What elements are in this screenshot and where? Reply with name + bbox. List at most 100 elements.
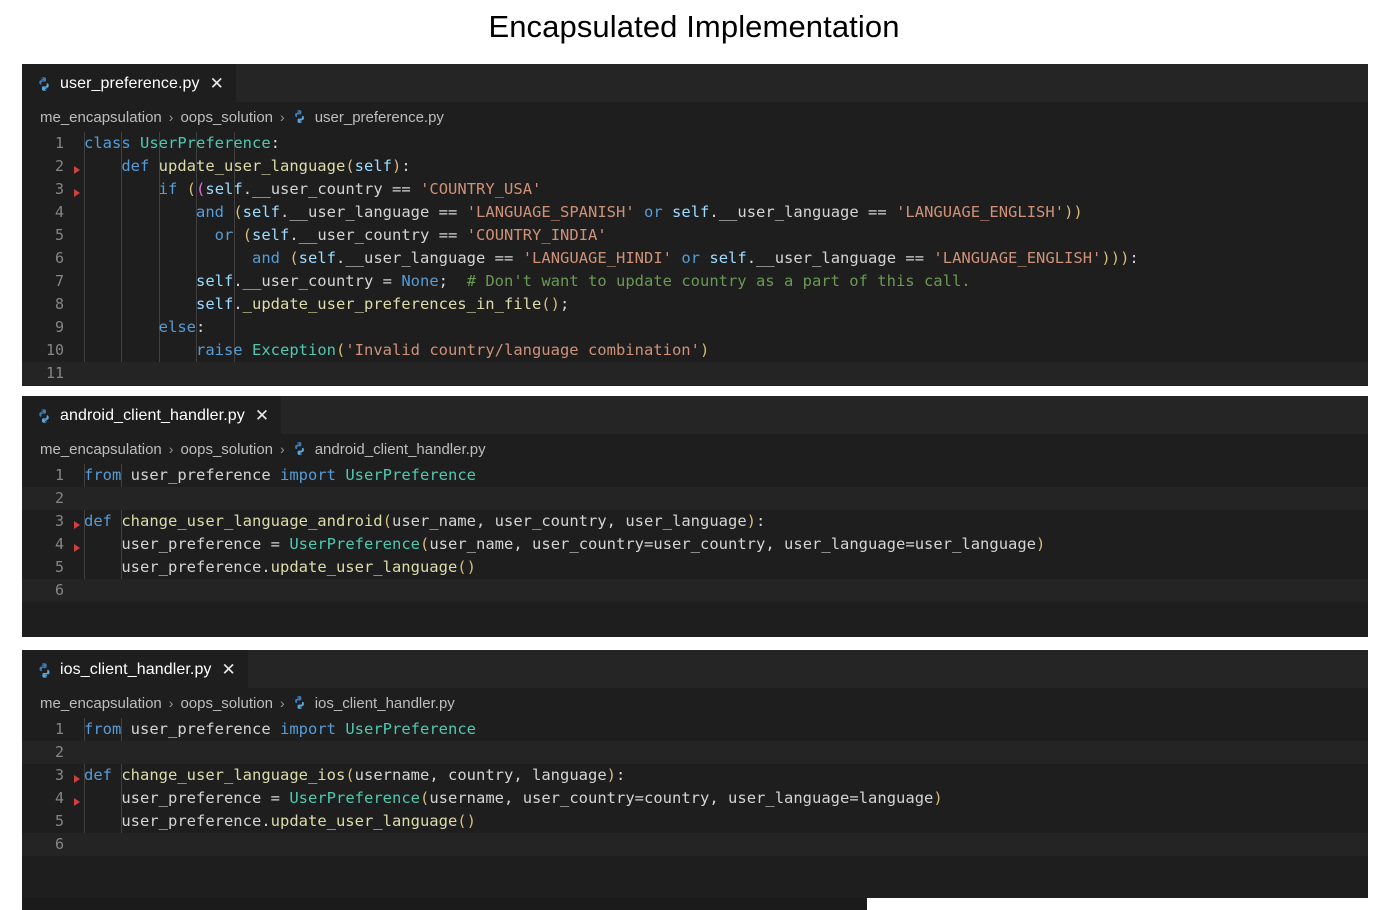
breadcrumb[interactable]: me_encapsulation › oops_solution › andro… <box>22 434 1368 464</box>
code-line-text <box>74 741 1368 764</box>
breadcrumb-item-0[interactable]: me_encapsulation <box>40 695 162 712</box>
chevron-right-icon: › <box>280 109 285 125</box>
code-line[interactable]: 6 <box>22 579 1368 602</box>
tab-bar-empty-space <box>281 396 1368 434</box>
chevron-right-icon: › <box>168 695 174 711</box>
line-number: 10 <box>45 341 64 359</box>
code-line-text: def change_user_language_ios(username, c… <box>84 766 626 784</box>
line-number: 4 <box>22 787 80 810</box>
line-number: 6 <box>54 835 64 853</box>
breadcrumb-item-2[interactable]: user_preference.py <box>315 109 444 126</box>
tab-ios-client-handler[interactable]: ios_client_handler.py ✕ <box>22 650 248 688</box>
code-area-user-preference[interactable]: 1 class UserPreference: 2 def update_user_… <box>22 132 1368 385</box>
code-line[interactable]: 4 and (self.__user_language == 'LANGUAGE… <box>22 201 1368 224</box>
code-line[interactable]: 1 class UserPreference: <box>22 132 1368 155</box>
code-area-ios-client-handler[interactable]: 1 from user_preference import UserPrefere… <box>22 718 1368 856</box>
python-file-icon <box>36 662 52 678</box>
breadcrumb[interactable]: me_encapsulation › oops_solution › ios_c… <box>22 688 1368 718</box>
code-line[interactable]: 2 <box>22 487 1368 510</box>
code-line-text: self.__user_country = None; # Don't want… <box>195 272 971 290</box>
code-line[interactable]: 3 def change_user_language_ios(username, … <box>22 764 1368 787</box>
code-line[interactable]: 4 user_preference = UserPreference(user_… <box>22 533 1368 556</box>
code-line[interactable]: 9 else: <box>22 316 1368 339</box>
chevron-right-icon: › <box>168 109 174 125</box>
tab-label: user_preference.py <box>60 74 200 92</box>
code-line[interactable]: 10 raise Exception('Invalid country/lang… <box>22 339 1368 362</box>
code-line[interactable]: 1 from user_preference import UserPrefere… <box>22 718 1368 741</box>
page-background-strip <box>867 898 1368 910</box>
line-number: 8 <box>54 295 64 313</box>
page-title: Encapsulated Implementation <box>488 9 900 44</box>
code-area-android-client-handler[interactable]: 1 from user_preference import UserPrefere… <box>22 464 1368 602</box>
line-number: 3 <box>22 764 80 787</box>
code-line-text: user_preference = UserPreference(user_na… <box>121 535 1046 553</box>
close-icon[interactable]: ✕ <box>222 661 236 678</box>
editor-panel-ios-client-handler: ios_client_handler.py ✕ me_encapsulation… <box>22 650 1368 898</box>
code-line[interactable]: 3 if ((self.__user_country == 'COUNTRY_U… <box>22 178 1368 201</box>
code-line[interactable]: 1 from user_preference import UserPrefere… <box>22 464 1368 487</box>
code-line-text: def change_user_language_android(user_na… <box>84 512 766 530</box>
line-number: 5 <box>54 558 64 576</box>
code-line[interactable]: 4 user_preference = UserPreference(usern… <box>22 787 1368 810</box>
chevron-right-icon: › <box>168 441 174 457</box>
line-number: 3 <box>22 510 80 533</box>
tab-bar: android_client_handler.py ✕ <box>22 396 1368 434</box>
line-number: 4 <box>22 533 80 556</box>
line-number: 3 <box>22 178 80 201</box>
line-number: 2 <box>22 155 80 178</box>
python-file-icon <box>292 695 308 711</box>
code-line[interactable]: 5 user_preference.update_user_language() <box>22 556 1368 579</box>
close-icon[interactable]: ✕ <box>210 75 224 92</box>
code-line[interactable]: 6 and (self.__user_language == 'LANGUAGE… <box>22 247 1368 270</box>
line-number: 1 <box>54 466 64 484</box>
breadcrumb-item-2[interactable]: android_client_handler.py <box>315 441 486 458</box>
line-number: 11 <box>45 364 64 382</box>
code-line[interactable]: 2 <box>22 741 1368 764</box>
code-line[interactable]: 7 self.__user_country = None; # Don't wa… <box>22 270 1368 293</box>
code-line-text <box>74 362 1368 385</box>
tab-user-preference[interactable]: user_preference.py ✕ <box>22 64 236 102</box>
breadcrumb[interactable]: me_encapsulation › oops_solution › user_… <box>22 102 1368 132</box>
code-line-text: from user_preference import UserPreferen… <box>84 720 476 738</box>
code-line-text: if ((self.__user_country == 'COUNTRY_USA… <box>158 180 542 198</box>
breadcrumb-item-0[interactable]: me_encapsulation <box>40 109 162 126</box>
breadcrumb-item-1[interactable]: oops_solution <box>180 109 273 126</box>
tab-bar: ios_client_handler.py ✕ <box>22 650 1368 688</box>
editor-panel-user-preference: user_preference.py ✕ me_encapsulation › … <box>22 64 1368 386</box>
code-line[interactable]: 8 self._update_user_preferences_in_file(… <box>22 293 1368 316</box>
code-line-text: user_preference = UserPreference(usernam… <box>121 789 943 807</box>
line-number: 1 <box>54 134 64 152</box>
status-bar-strip <box>22 898 867 910</box>
chevron-right-icon: › <box>280 441 285 457</box>
code-line-text: user_preference.update_user_language() <box>121 812 476 830</box>
code-line[interactable]: 5 or (self.__user_country == 'COUNTRY_IN… <box>22 224 1368 247</box>
tab-label: android_client_handler.py <box>60 406 245 424</box>
line-number: 2 <box>54 489 64 507</box>
code-line-text: raise Exception('Invalid country/languag… <box>195 341 710 359</box>
line-number: 9 <box>54 318 64 336</box>
close-icon[interactable]: ✕ <box>255 407 269 424</box>
tab-label: ios_client_handler.py <box>60 660 212 678</box>
code-line[interactable]: 2 def update_user_language(self): <box>22 155 1368 178</box>
line-number: 6 <box>54 581 64 599</box>
tab-bar: user_preference.py ✕ <box>22 64 1368 102</box>
tab-bar-empty-space <box>247 650 1368 688</box>
python-file-icon <box>292 109 308 125</box>
breadcrumb-item-2[interactable]: ios_client_handler.py <box>315 695 455 712</box>
code-line-text: self._update_user_preferences_in_file(); <box>195 295 570 313</box>
breadcrumb-item-1[interactable]: oops_solution <box>180 441 273 458</box>
breadcrumb-item-1[interactable]: oops_solution <box>180 695 273 712</box>
code-line-text <box>74 833 1368 856</box>
line-number: 1 <box>54 720 64 738</box>
tab-android-client-handler[interactable]: android_client_handler.py ✕ <box>22 396 282 434</box>
code-line-text <box>74 579 1368 602</box>
code-line-text: and (self.__user_language == 'LANGUAGE_H… <box>251 249 1139 267</box>
code-line[interactable]: 6 <box>22 833 1368 856</box>
code-line[interactable]: 11 <box>22 362 1368 385</box>
breadcrumb-item-0[interactable]: me_encapsulation <box>40 441 162 458</box>
code-line[interactable]: 3 def change_user_language_android(user_n… <box>22 510 1368 533</box>
code-line-text: from user_preference import UserPreferen… <box>84 466 476 484</box>
code-line-text: else: <box>158 318 206 336</box>
chevron-right-icon: › <box>280 695 285 711</box>
code-line[interactable]: 5 user_preference.update_user_language() <box>22 810 1368 833</box>
